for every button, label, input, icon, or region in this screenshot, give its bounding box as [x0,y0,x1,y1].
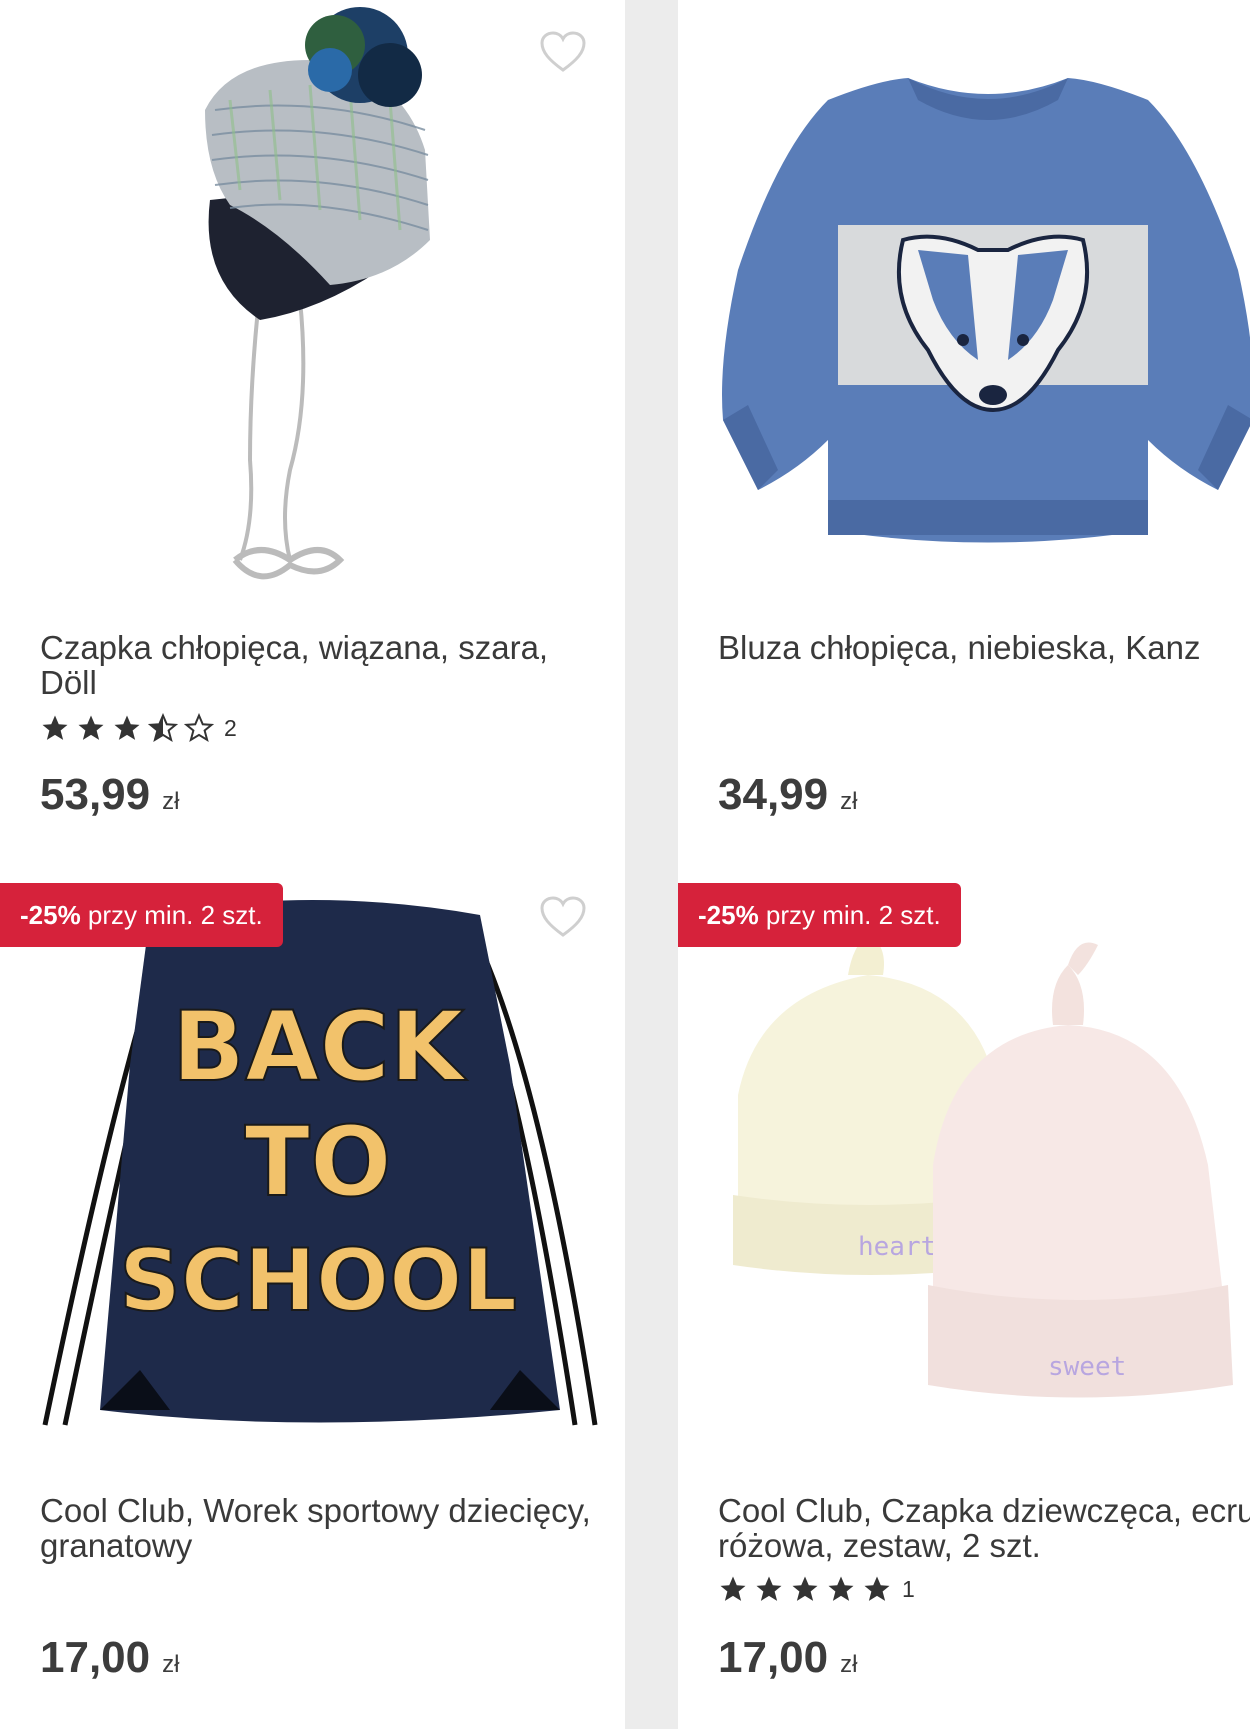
star-filled-icon [828,1576,854,1601]
promo-percent: -25% [698,900,759,930]
product-image-sweatshirt[interactable] [678,0,1250,610]
star-filled-icon [42,715,68,740]
product-name[interactable]: Bluza chłopięca, niebieska, Kanz [718,630,1250,665]
bag-print-line: SCHOOL [119,1231,517,1331]
price-currency: zł [162,788,180,815]
review-count: 1 [902,1575,915,1602]
price-value: 17,00 [40,1633,151,1682]
product-rating: 2 [40,712,237,744]
product-name[interactable]: Czapka chłopięca, wiązana, szara, Döll [40,630,600,700]
product-grid: Czapka chłopięca, wiązana, szara, Döll 2… [0,0,1250,1729]
review-count: 2 [224,714,237,741]
product-rating: 1 [718,1573,915,1605]
hat-print: heart [858,1232,936,1262]
product-name[interactable]: Cool Club, Worek sportowy dziecięcy, gra… [40,1493,600,1563]
promo-percent: -25% [20,900,81,930]
product-image-baby-hats[interactable]: heart sweet [678,865,1250,1475]
star-filled-icon [756,1576,782,1601]
star-filled-icon [78,715,104,740]
star-filled-icon [864,1576,890,1601]
promo-badge: -25% przy min. 2 szt. [678,883,961,947]
product-card[interactable]: Czapka chłopięca, wiązana, szara, Döll 2… [0,0,625,865]
star-filled-icon [720,1576,746,1601]
product-price: 17,00 zł [718,1633,857,1683]
promo-text: przy min. 2 szt. [80,900,263,930]
price-currency: zł [840,788,858,815]
product-card[interactable]: heart sweet -25% przy min. 2 szt. Cool C… [678,865,1250,1729]
promo-badge: -25% przy min. 2 szt. [0,883,283,947]
star-filled-icon [792,1576,818,1601]
star-empty-icon [184,713,214,743]
product-card[interactable]: BACK TO SCHOOL -25% przy min. 2 szt. Coo… [0,865,625,1729]
wishlist-heart-icon[interactable] [539,895,587,939]
price-currency: zł [840,1651,858,1678]
price-value: 34,99 [718,770,829,819]
product-image-hat[interactable] [0,0,625,610]
product-price: 17,00 zł [40,1633,179,1683]
product-card[interactable]: Bluza chłopięca, niebieska, Kanz 34,99 z… [678,0,1250,865]
price-currency: zł [162,1651,180,1678]
promo-text: przy min. 2 szt. [758,900,941,930]
bag-print-line: BACK [172,991,468,1103]
star-filled-icon [114,715,140,740]
star-half-icon [148,713,178,743]
price-value: 53,99 [40,770,151,819]
product-price: 34,99 zł [718,770,857,820]
product-name[interactable]: Cool Club, Czapka dziewczęca, ecru, różo… [718,1493,1250,1563]
bag-print-line: TO [244,1106,391,1218]
hat-print: sweet [1048,1352,1126,1382]
price-value: 17,00 [718,1633,829,1682]
product-image-gym-bag[interactable]: BACK TO SCHOOL [0,865,625,1475]
product-price: 53,99 zł [40,770,179,820]
wishlist-heart-icon[interactable] [539,30,587,74]
